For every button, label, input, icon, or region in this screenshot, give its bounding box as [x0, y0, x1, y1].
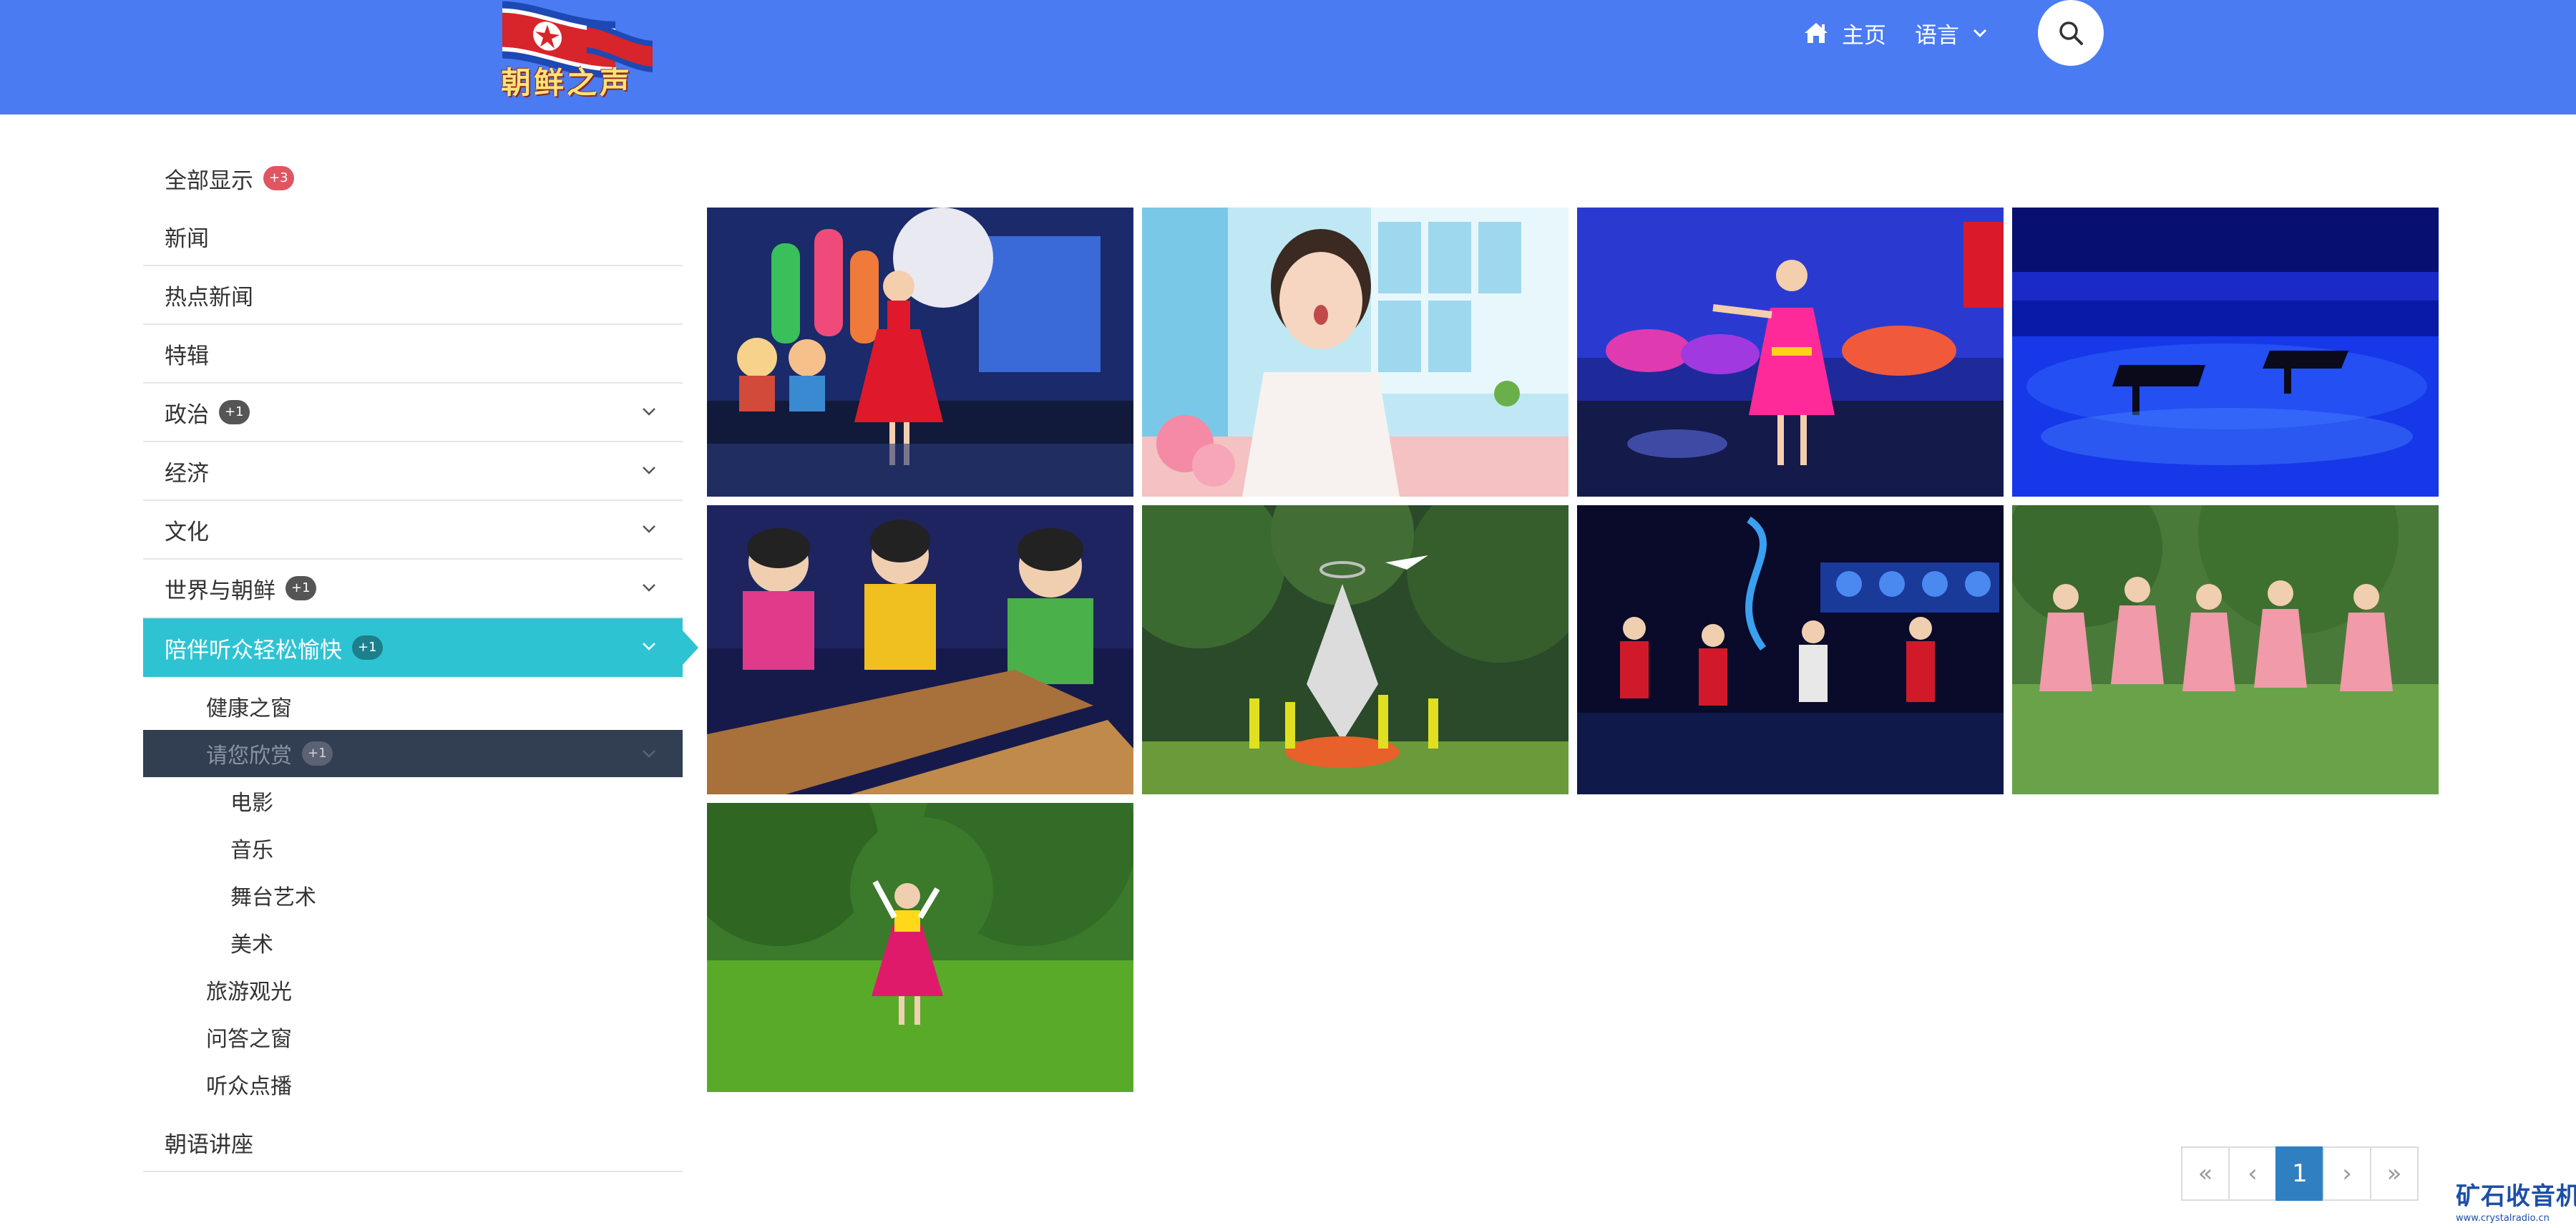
watermark-title: 矿石收音机: [2456, 1182, 2576, 1211]
sidebar-item-label: 文化: [165, 519, 209, 545]
category-sidebar: 全部显示 +3 新闻 热点新闻 特辑 政治 +1 经济 文化 世界与朝鲜 +1 …: [143, 149, 698, 1172]
sidebar-item-label: 陪伴听众轻松愉快: [165, 637, 342, 663]
girl-in-white-dress-image: [1142, 208, 1568, 497]
nav-language-label: 语言: [1915, 22, 1959, 49]
piano-concert-image: [2012, 208, 2439, 497]
sidebar-item-label: 世界与朝鲜: [165, 578, 275, 604]
sidebar-subitem-tourism[interactable]: 旅游观光: [143, 966, 683, 1013]
sidebar-item-politics[interactable]: 政治 +1: [143, 384, 683, 442]
sidebar-item-news[interactable]: 新闻: [143, 208, 683, 266]
sidebar-subitem-label: 听众点播: [206, 1074, 292, 1099]
pagination: « ‹ 1 › »: [2181, 1146, 2419, 1201]
count-badge: +1: [302, 741, 333, 766]
top-header: 朝鲜之声 主页 语言: [0, 0, 2576, 114]
sidebar-subitem-music[interactable]: 音乐: [143, 824, 683, 872]
girl-in-red-dress-image: [707, 208, 1133, 497]
count-badge: +3: [263, 166, 294, 190]
logo-text: 朝鲜之声: [501, 65, 633, 100]
gallery-thumbnail-6[interactable]: [1142, 505, 1568, 794]
sidebar-subitem-label: 问答之窗: [206, 1027, 292, 1052]
top-nav: 主页 语言: [1803, 16, 1988, 50]
nav-home-label: 主页: [1842, 22, 1886, 49]
sidebar-item-culture[interactable]: 文化: [143, 501, 683, 560]
sidebar-subitem-health[interactable]: 健康之窗: [143, 683, 683, 730]
sidebar-item-label: 特辑: [165, 343, 209, 369]
sidebar-item-label: 经济: [165, 460, 209, 487]
gallery-thumbnail-2[interactable]: [1142, 208, 1568, 497]
sidebar-subitem-label: 美术: [230, 932, 273, 957]
sidebar-subitem-stage-art[interactable]: 舞台艺术: [143, 872, 683, 919]
first-page-button[interactable]: «: [2181, 1146, 2230, 1201]
sidebar-item-label: 热点新闻: [165, 284, 253, 311]
girl-dancing-lawn-image: [707, 803, 1133, 1092]
sidebar-subitem-please-enjoy[interactable]: 请您欣赏 +1: [143, 730, 683, 777]
sidebar-subitem-qa[interactable]: 问答之窗: [143, 1013, 683, 1061]
children-gayageum-image: [707, 505, 1133, 794]
current-page-button[interactable]: 1: [2275, 1146, 2324, 1201]
gallery-thumbnail-7[interactable]: [1577, 505, 2004, 794]
sidebar-item-world-and-korea[interactable]: 世界与朝鲜 +1: [143, 560, 683, 618]
sidebar-subitem-label: 请您欣赏: [206, 744, 292, 769]
sidebar-item-hot-news[interactable]: 热点新闻: [143, 266, 683, 325]
sidebar-item-label: 政治: [165, 401, 209, 428]
girls-pink-uniforms-image: [2012, 505, 2439, 794]
chevron-down-icon[interactable]: [641, 524, 657, 534]
last-page-button[interactable]: »: [2370, 1146, 2419, 1201]
sidebar-subitem-label: 电影: [230, 791, 273, 816]
chevron-down-icon[interactable]: [641, 465, 657, 475]
next-page-button[interactable]: ›: [2323, 1146, 2371, 1201]
site-watermark: 矿石收音机 www.crystalradio.cn: [2456, 1176, 2576, 1228]
sidebar-item-entertainment-active[interactable]: 陪伴听众轻松愉快 +1: [143, 618, 698, 677]
chevron-down-icon[interactable]: [641, 749, 657, 759]
nav-home-link[interactable]: 主页: [1803, 17, 1886, 49]
gallery-thumbnail-3[interactable]: [1577, 208, 2004, 497]
count-badge: +1: [219, 400, 250, 424]
count-badge: +1: [352, 635, 383, 660]
sidebar-item-label: 新闻: [165, 225, 209, 252]
search-icon: [2059, 21, 2083, 45]
previous-page-button[interactable]: ‹: [2228, 1146, 2277, 1201]
instrument-ensemble-image: [1577, 505, 2004, 794]
chevron-down-icon: [1973, 29, 1987, 38]
sidebar-item-label: 朝语讲座: [165, 1131, 253, 1158]
sidebar-subitem-label: 音乐: [230, 838, 273, 863]
sidebar-subitem-movies[interactable]: 电影: [143, 777, 683, 824]
count-badge: +1: [286, 576, 316, 600]
chevron-down-icon[interactable]: [641, 641, 657, 651]
sidebar-item-economy[interactable]: 经济: [143, 442, 683, 501]
gallery-thumbnail-8[interactable]: [2012, 505, 2439, 794]
site-logo[interactable]: 朝鲜之声: [494, 0, 662, 107]
girl-in-pink-dress-image: [1577, 208, 2004, 497]
chevron-down-icon[interactable]: [641, 583, 657, 593]
outdoor-acrobatics-image: [1142, 505, 1568, 794]
search-button[interactable]: [2038, 0, 2104, 66]
sidebar-item-korean-lessons[interactable]: 朝语讲座: [143, 1114, 683, 1172]
active-indicator-arrow: [683, 630, 698, 665]
chevron-down-icon[interactable]: [641, 406, 657, 416]
sidebar-subitem-label: 舞台艺术: [230, 885, 316, 910]
gallery-thumbnail-4[interactable]: [2012, 208, 2439, 497]
sidebar-item-features[interactable]: 特辑: [143, 325, 683, 384]
gallery-thumbnail-9[interactable]: [707, 803, 1133, 1092]
watermark-url: www.crystalradio.cn: [2456, 1213, 2550, 1224]
sidebar-submenu: 健康之窗 请您欣赏 +1 电影 音乐 舞台艺术 美术 旅游观光 问答之窗 听众点…: [143, 677, 683, 1114]
sidebar-subitem-fine-art[interactable]: 美术: [143, 919, 683, 966]
sidebar-subitem-listener-requests[interactable]: 听众点播: [143, 1061, 683, 1108]
sidebar-item-show-all[interactable]: 全部显示 +3: [143, 149, 683, 208]
sidebar-item-label: 全部显示: [165, 167, 253, 194]
sidebar-subitem-label: 健康之窗: [206, 696, 292, 721]
home-icon: [1805, 23, 1828, 43]
nav-language-dropdown[interactable]: 语言: [1915, 17, 1988, 49]
sidebar-subitem-label: 旅游观光: [206, 980, 292, 1005]
gallery-thumbnail-1[interactable]: [707, 208, 1133, 497]
gallery-thumbnail-5[interactable]: [707, 505, 1133, 794]
